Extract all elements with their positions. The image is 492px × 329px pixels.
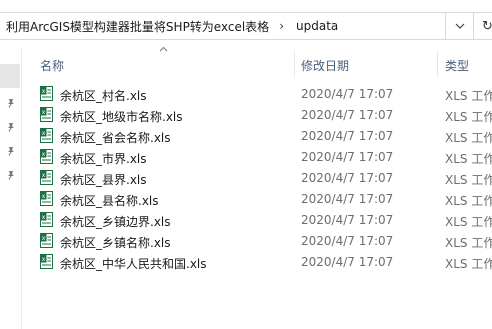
column-name[interactable]: 名称 xyxy=(40,57,64,74)
pin-icon[interactable] xyxy=(6,146,16,156)
excel-file-icon: x xyxy=(40,191,53,206)
svg-text:x: x xyxy=(42,256,46,263)
excel-file-icon: x xyxy=(40,212,53,227)
file-date: 2020/4/7 17:07 xyxy=(301,255,394,269)
breadcrumb-item-current[interactable]: updata xyxy=(296,19,338,33)
svg-text:x: x xyxy=(42,130,46,137)
excel-file-icon: x xyxy=(40,107,53,122)
file-name: 余杭区_中华人民共和国.xls xyxy=(60,257,207,271)
column-type[interactable]: 类型 xyxy=(445,57,469,74)
file-date: 2020/4/7 17:07 xyxy=(301,171,394,185)
file-type: XLS 工作 xyxy=(445,194,492,208)
excel-file-icon: x xyxy=(40,170,53,185)
chevron-down-icon xyxy=(455,23,464,29)
file-name: 余杭区_乡镇名称.xls xyxy=(60,236,171,250)
excel-file-icon: x xyxy=(40,149,53,164)
file-row[interactable]: x 余杭区_县界.xls 2020/4/7 17:07 XLS 工作 xyxy=(22,167,492,188)
file-type: XLS 工作 xyxy=(445,215,492,229)
excel-file-icon: x xyxy=(40,233,53,248)
breadcrumb-item-parent[interactable]: 利用ArcGIS模型构建器批量将SHP转为excel表格 xyxy=(0,18,269,35)
file-date: 2020/4/7 17:07 xyxy=(301,87,394,101)
svg-text:x: x xyxy=(42,214,46,221)
file-date: 2020/4/7 17:07 xyxy=(301,213,394,227)
file-date: 2020/4/7 17:07 xyxy=(301,129,394,143)
file-date: 2020/4/7 17:07 xyxy=(301,150,394,164)
file-type: XLS 工作 xyxy=(445,131,492,145)
file-name: 余杭区_县界.xls xyxy=(60,173,147,187)
file-row[interactable]: x 余杭区_乡镇边界.xls 2020/4/7 17:07 XLS 工作 xyxy=(22,209,492,230)
file-row[interactable]: x 余杭区_县名称.xls 2020/4/7 17:07 XLS 工作 xyxy=(22,188,492,209)
file-row[interactable]: x 余杭区_乡镇名称.xls 2020/4/7 17:07 XLS 工作 xyxy=(22,230,492,251)
file-type: XLS 工作 xyxy=(445,257,492,271)
breadcrumb[interactable]: 利用ArcGIS模型构建器批量将SHP转为excel表格 › updata xyxy=(0,12,446,40)
svg-text:x: x xyxy=(42,109,46,116)
column-header: 名称 修改日期 类型 xyxy=(22,46,492,78)
file-name: 余杭区_县名称.xls xyxy=(60,194,159,208)
svg-text:x: x xyxy=(42,151,46,158)
svg-text:x: x xyxy=(42,172,46,179)
address-bar: 利用ArcGIS模型构建器批量将SHP转为excel表格 › updata ↻ xyxy=(0,0,492,48)
file-name: 余杭区_地级市名称.xls xyxy=(60,110,183,124)
file-type: XLS 工作 xyxy=(445,89,492,103)
breadcrumb-separator[interactable]: › xyxy=(269,19,296,33)
svg-text:x: x xyxy=(42,193,46,200)
excel-file-icon: x xyxy=(40,86,53,101)
file-row[interactable]: x 余杭区_中华人民共和国.xls 2020/4/7 17:07 XLS 工作 xyxy=(22,251,492,272)
column-divider[interactable] xyxy=(437,51,438,77)
file-date: 2020/4/7 17:07 xyxy=(301,108,394,122)
pin-icon[interactable] xyxy=(6,122,16,132)
file-row[interactable]: x 余杭区_省会名称.xls 2020/4/7 17:07 XLS 工作 xyxy=(22,125,492,146)
file-name: 余杭区_村名.xls xyxy=(60,89,147,103)
pin-icon[interactable] xyxy=(6,170,16,180)
excel-file-icon: x xyxy=(40,128,53,143)
file-row[interactable]: x 余杭区_村名.xls 2020/4/7 17:07 XLS 工作 xyxy=(22,83,492,104)
navigation-pane xyxy=(0,48,22,329)
file-date: 2020/4/7 17:07 xyxy=(301,234,394,248)
excel-file-icon: x xyxy=(40,254,53,269)
nav-item-selected[interactable] xyxy=(0,64,20,88)
refresh-button[interactable]: ↻ xyxy=(474,12,492,40)
column-date-modified[interactable]: 修改日期 xyxy=(301,57,349,74)
column-divider[interactable] xyxy=(294,51,295,77)
file-type: XLS 工作 xyxy=(445,110,492,124)
file-name: 余杭区_省会名称.xls xyxy=(60,131,171,145)
sort-caret-icon xyxy=(159,46,168,52)
file-type: XLS 工作 xyxy=(445,173,492,187)
pin-icon[interactable] xyxy=(6,98,16,108)
svg-text:x: x xyxy=(42,235,46,242)
refresh-icon: ↻ xyxy=(482,18,492,34)
file-type: XLS 工作 xyxy=(445,152,492,166)
file-date: 2020/4/7 17:07 xyxy=(301,192,394,206)
file-name: 余杭区_市界.xls xyxy=(60,152,147,166)
file-type: XLS 工作 xyxy=(445,236,492,250)
file-row[interactable]: x 余杭区_地级市名称.xls 2020/4/7 17:07 XLS 工作 xyxy=(22,104,492,125)
address-dropdown-button[interactable] xyxy=(446,12,474,40)
file-name: 余杭区_乡镇边界.xls xyxy=(60,215,171,229)
svg-text:x: x xyxy=(42,88,46,95)
file-row[interactable]: x 余杭区_市界.xls 2020/4/7 17:07 XLS 工作 xyxy=(22,146,492,167)
